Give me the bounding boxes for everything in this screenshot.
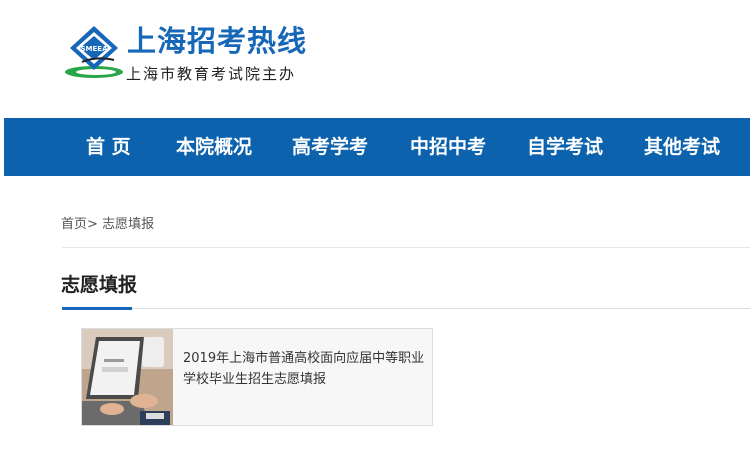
- breadcrumb: 首页> 志愿填报: [61, 213, 154, 232]
- breadcrumb-current: 志愿填报: [102, 217, 155, 232]
- section-divider: [62, 308, 750, 309]
- section-title: 志愿填报: [61, 274, 138, 296]
- logo-text: SMEEA: [81, 45, 109, 53]
- section-title-accent: [62, 307, 132, 310]
- breadcrumb-divider: [62, 247, 750, 248]
- site-header: SMEEA 上海招考热线 上海市教育考试院主办: [0, 0, 750, 118]
- nav-item-other-exams[interactable]: 其他考试: [644, 118, 720, 176]
- article-title-link[interactable]: 2019年上海市普通高校面向应届中等职业学校毕业生招生志愿填报: [183, 348, 427, 390]
- nav-item-about[interactable]: 本院概况: [176, 118, 252, 176]
- nav-item-gaokao[interactable]: 高考学考: [292, 118, 368, 176]
- nav-item-self-study[interactable]: 自学考试: [527, 118, 603, 176]
- site-logo-icon[interactable]: SMEEA: [62, 22, 126, 82]
- nav-item-zhongkao[interactable]: 中招中考: [410, 118, 486, 176]
- site-subtitle: 上海市教育考试院主办: [126, 65, 297, 83]
- breadcrumb-home-link[interactable]: 首页: [61, 217, 87, 232]
- laptop-photo-icon: [82, 329, 173, 425]
- main-nav: 首 页 本院概况 高考学考 中招中考 自学考试 其他考试: [4, 118, 750, 176]
- breadcrumb-separator: >: [87, 217, 98, 232]
- page: SMEEA 上海招考热线 上海市教育考试院主办 首 页 本院概况 高考学考 中招…: [0, 0, 750, 476]
- article-thumbnail[interactable]: [82, 329, 173, 425]
- article-card[interactable]: 2019年上海市普通高校面向应届中等职业学校毕业生招生志愿填报: [81, 328, 433, 426]
- site-title[interactable]: 上海招考热线: [127, 18, 307, 60]
- nav-item-home[interactable]: 首 页: [86, 118, 131, 176]
